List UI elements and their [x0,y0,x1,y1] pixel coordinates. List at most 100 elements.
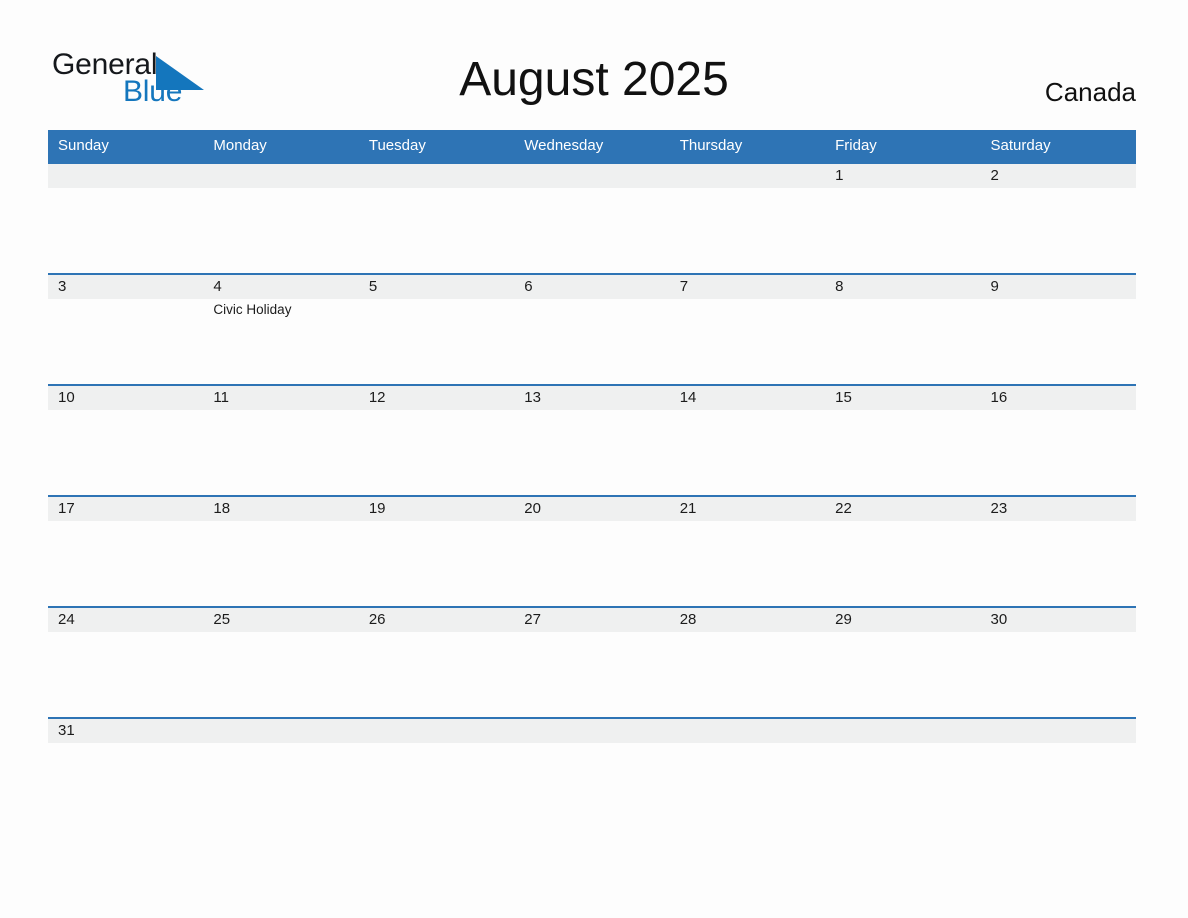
calendar-day-cell[interactable]: 4 Civic Holiday [203,273,359,385]
day-number [203,164,359,188]
calendar-day-cell[interactable]: 12 [358,384,515,496]
day-number: 12 [358,386,515,410]
day-cell-content: 17 [48,497,204,606]
weekday-header-row: Sunday Monday Tuesday Wednesday Thursday… [48,130,1136,163]
day-event-list [359,188,514,190]
day-event-list [48,188,203,190]
day-event-list [203,188,358,190]
day-cell-content: 2 [980,164,1136,273]
calendar-week-row: 12 [48,162,1136,274]
calendar-day-cell[interactable]: 13 [514,384,670,496]
calendar-day-cell[interactable]: 6 [514,273,670,385]
day-event-list [203,743,358,745]
day-event-list [825,410,980,412]
day-cell-content [514,719,670,828]
day-number: 31 [48,719,204,743]
calendar-day-cell[interactable] [203,717,359,828]
calendar-day-cell[interactable]: 27 [514,606,670,718]
calendar-day-cell[interactable]: 11 [203,384,359,496]
calendar-day-cell[interactable]: 14 [669,384,826,496]
calendar-week-row: 31 [48,717,1136,828]
day-cell-content: 29 [825,608,981,717]
day-number [669,164,826,188]
day-event-list [670,188,825,190]
calendar-day-cell[interactable]: 10 [48,384,204,496]
calendar-day-cell[interactable]: 7 [669,273,826,385]
calendar-day-cell[interactable]: 2 [980,162,1136,274]
day-number: 16 [980,386,1136,410]
calendar-day-cell[interactable]: 30 [980,606,1136,718]
day-number [358,719,515,743]
calendar-week-row: 17 18 19 20 21 22 23 [48,495,1136,607]
calendar-day-cell[interactable] [825,717,981,828]
weekday-header-tuesday: Tuesday [358,130,515,163]
calendar-day-cell[interactable]: 15 [825,384,981,496]
calendar-day-cell[interactable]: 22 [825,495,981,607]
day-number: 27 [514,608,670,632]
day-number: 11 [203,386,359,410]
calendar-day-cell[interactable]: 21 [669,495,826,607]
day-cell-content: 24 [48,608,204,717]
calendar-day-cell[interactable]: 25 [203,606,359,718]
calendar-weeks: 1 2 3 4 Civic Holiday 5 6 7 8 9 10 11 12 13 14 15 16 17 18… [48,162,1136,828]
day-event: Civic Holiday [213,302,292,317]
calendar-day-cell[interactable] [358,717,515,828]
calendar-day-cell[interactable]: 3 [48,273,204,385]
day-event-list [825,743,980,745]
calendar-day-cell[interactable]: 26 [358,606,515,718]
day-event-list [359,743,514,745]
calendar-day-cell[interactable]: 1 [825,162,981,274]
day-event-list [48,521,203,523]
day-event-list [514,188,669,190]
day-cell-content: 5 [358,275,515,384]
day-event-list [48,743,203,745]
day-number: 24 [48,608,204,632]
day-number: 7 [669,275,826,299]
calendar-day-cell[interactable] [203,162,359,274]
weekday-header-wednesday: Wednesday [514,130,670,163]
calendar-day-cell[interactable]: 18 [203,495,359,607]
day-event-list [203,632,358,634]
calendar-day-cell[interactable] [669,717,826,828]
calendar-day-cell[interactable]: 24 [48,606,204,718]
day-number: 19 [358,497,515,521]
calendar-day-cell[interactable] [514,717,670,828]
calendar-day-cell[interactable]: 17 [48,495,204,607]
day-event-list [670,410,825,412]
calendar-day-cell[interactable] [514,162,670,274]
calendar-day-cell[interactable] [358,162,515,274]
calendar-day-cell[interactable] [669,162,826,274]
calendar-day-cell[interactable]: 29 [825,606,981,718]
day-number: 29 [825,608,981,632]
day-cell-content: 14 [669,386,826,495]
calendar-day-cell[interactable]: 8 [825,273,981,385]
calendar-day-cell[interactable]: 5 [358,273,515,385]
calendar-day-cell[interactable]: 28 [669,606,826,718]
calendar-day-cell[interactable] [48,162,204,274]
day-cell-content: 6 [514,275,670,384]
day-cell-content: 21 [669,497,826,606]
calendar-day-cell[interactable]: 16 [980,384,1136,496]
day-event-list [981,743,1136,745]
calendar-day-cell[interactable]: 9 [980,273,1136,385]
day-event-list [514,521,669,523]
day-cell-content: 31 [48,719,204,828]
calendar-day-cell[interactable]: 31 [48,717,204,828]
calendar-day-cell[interactable]: 20 [514,495,670,607]
day-number: 22 [825,497,981,521]
day-event-list [514,743,669,745]
calendar-day-cell[interactable] [980,717,1136,828]
day-number: 3 [48,275,204,299]
day-event-list [670,743,825,745]
calendar-day-cell[interactable]: 19 [358,495,515,607]
day-number [825,719,981,743]
day-cell-content: 11 [203,386,359,495]
day-number: 20 [514,497,670,521]
day-event-list [670,632,825,634]
region-label: Canada [1044,77,1136,107]
calendar-day-cell[interactable]: 23 [980,495,1136,607]
day-cell-content: 26 [358,608,515,717]
day-cell-content: 23 [980,497,1136,606]
day-number: 18 [203,497,359,521]
day-cell-content [48,164,204,273]
